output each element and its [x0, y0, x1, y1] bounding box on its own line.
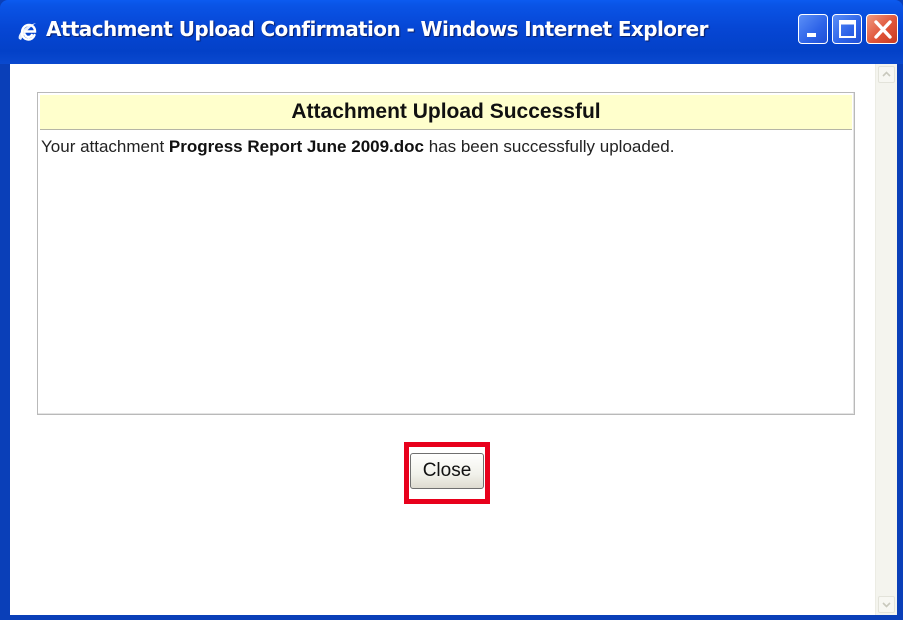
scroll-down-button[interactable] [878, 596, 895, 613]
scroll-up-button[interactable] [878, 66, 895, 83]
minimize-icon [807, 33, 816, 37]
title-bar[interactable]: Attachment Upload Confirmation - Windows… [0, 0, 903, 64]
minimize-button[interactable] [798, 14, 828, 44]
message-suffix: has been successfully uploaded. [424, 137, 675, 156]
internet-explorer-icon [16, 20, 40, 44]
window-close-button[interactable] [866, 14, 898, 44]
upload-message: Your attachment Progress Report June 200… [41, 137, 674, 157]
close-icon [874, 20, 892, 39]
upload-confirmation-panel: Attachment Upload Successful Your attach… [37, 92, 855, 415]
window-title: Attachment Upload Confirmation - Windows… [46, 17, 708, 41]
chevron-up-icon [882, 71, 891, 77]
maximize-button[interactable] [832, 14, 862, 44]
browser-window: Attachment Upload Confirmation - Windows… [0, 0, 903, 620]
message-prefix: Your attachment [41, 137, 169, 156]
window-bottom-border [0, 615, 903, 620]
panel-header: Attachment Upload Successful [40, 95, 852, 130]
vertical-scrollbar[interactable] [875, 64, 897, 615]
page-content: Attachment Upload Successful Your attach… [10, 64, 897, 615]
close-button[interactable]: Close [410, 453, 484, 489]
attachment-filename: Progress Report June 2009.doc [168, 137, 424, 156]
chevron-down-icon [882, 602, 891, 608]
maximize-icon [839, 20, 856, 38]
